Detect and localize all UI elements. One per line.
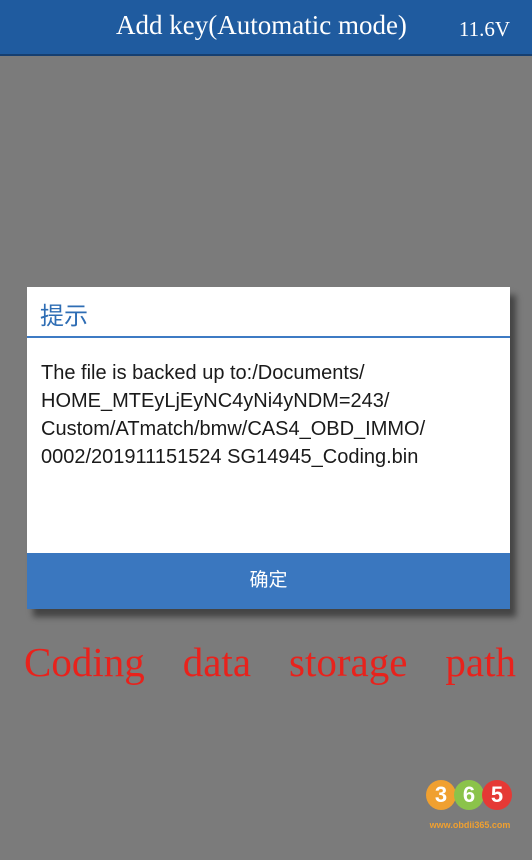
page-title: Add key(Automatic mode) xyxy=(116,10,407,40)
title-bar: Add key(Automatic mode) 11.6V xyxy=(0,0,532,56)
message-line: 0002/201911151524 SG14945_Coding.bin xyxy=(41,446,419,468)
watermark-logo: 3 6 5 www.obdii365.com xyxy=(420,766,520,832)
info-dialog: 提示 The file is backed up to:/Documents/ … xyxy=(27,287,510,609)
logo-digit: 3 xyxy=(426,780,456,810)
caption-word: storage xyxy=(289,639,408,685)
watermark-url: www.obdii365.com xyxy=(429,820,511,830)
logo-digit: 5 xyxy=(482,780,512,810)
app-screen: Add key(Automatic mode) 11.6V 提示 The fil… xyxy=(0,0,532,860)
caption-word: path xyxy=(445,639,516,685)
dialog-title: 提示 xyxy=(40,303,88,330)
message-line: The file is backed up to:/Documents/ xyxy=(41,362,365,384)
annotation-caption: Coding data storage path xyxy=(24,638,516,686)
dialog-divider xyxy=(27,336,510,338)
logo-digit: 6 xyxy=(454,780,484,810)
message-line: Custom/ATmatch/bmw/CAS4_OBD_IMMO/ xyxy=(41,418,426,440)
confirm-button[interactable]: 确定 xyxy=(27,553,510,609)
battery-voltage: 11.6V xyxy=(458,17,510,41)
message-line: HOME_MTEyLjEyNC4yNi4yNDM=243/ xyxy=(41,390,390,412)
caption-word: Coding xyxy=(24,639,145,685)
caption-word: data xyxy=(182,639,252,685)
dialog-message: The file is backed up to:/Documents/ HOM… xyxy=(41,359,501,471)
